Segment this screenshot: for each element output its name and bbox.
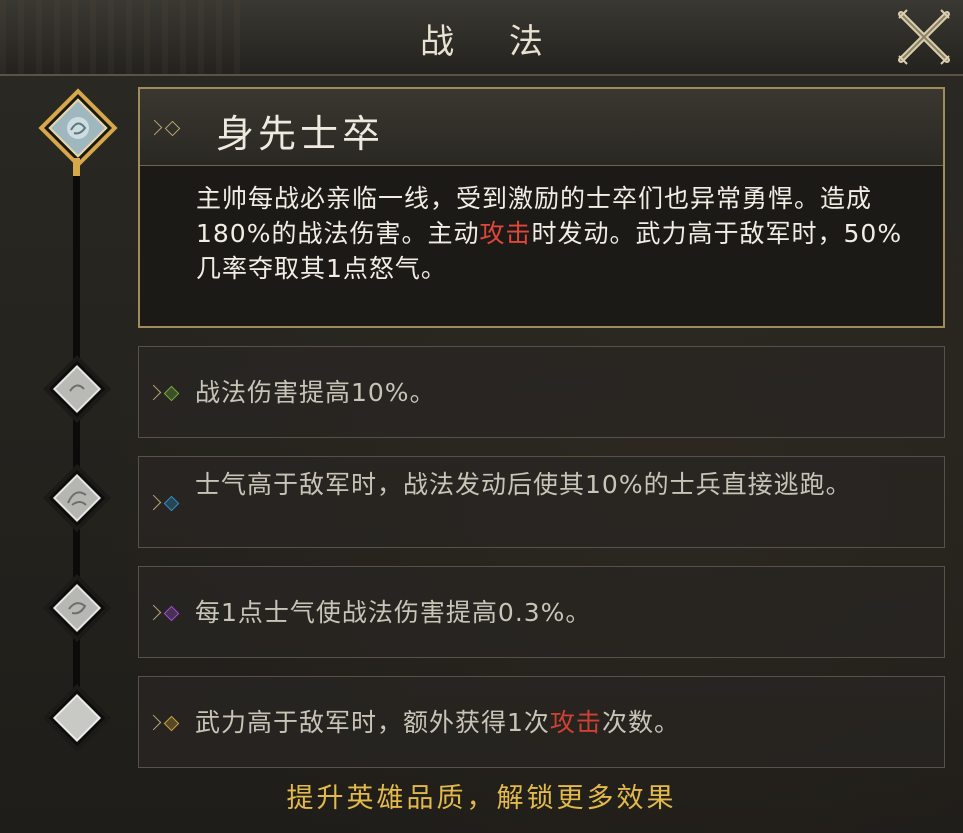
skill-header: 身先士卒 [140,89,943,166]
upgrade-card-4: 武力高于敌军时，额外获得1次攻击次数。 [138,676,945,768]
pointer-chevron-icon [145,714,162,731]
skill-emblem [38,88,118,168]
tier-diamond-icon [43,355,111,423]
upgrade-text-start: 武力高于敌军时，额外获得1次 [195,708,550,737]
upgrade-text-highlight: 攻击 [549,708,602,737]
skill-panel: 战 法 身先士卒 主帅每战必亲临一线，受到激励的士卒们也异常勇悍。造成180%的… [0,0,963,833]
upgrade-text: 武力高于敌军时，额外获得1次攻击次数。 [195,705,925,741]
upgrade-bullet-icon [163,385,180,402]
pointer-chevron-icon [145,604,162,621]
tier-diamond-icon [43,464,111,532]
tier-node-2 [42,463,112,533]
tier-node-1 [42,354,112,424]
skill-card: 身先士卒 主帅每战必亲临一线，受到激励的士卒们也异常勇悍。造成180%的战法伤害… [138,87,945,328]
window-title: 战 法 [420,22,565,62]
skill-emblem-icon [38,88,118,168]
skill-description: 主帅每战必亲临一线，受到激励的士卒们也异常勇悍。造成180%的战法伤害。主动攻击… [196,181,916,286]
tier-diamond-icon [43,574,111,642]
pointer-chevron-icon [146,119,163,136]
upgrade-card-2: 士气高于敌军时，战法发动后使其10%的士兵直接逃跑。 [138,456,945,548]
upgrade-bullet-icon [163,715,180,732]
upgrade-text: 士气高于敌军时，战法发动后使其10%的士兵直接逃跑。 [195,470,852,499]
upgrade-text-end: 次数。 [601,708,680,737]
description-highlight: 攻击 [479,219,532,248]
tier-diamond-icon [43,684,111,752]
tier-node-3 [42,573,112,643]
upgrade-bullet-icon [163,495,180,512]
pointer-chevron-icon [145,384,162,401]
title-bar: 战 法 [0,0,963,76]
close-x-icon [898,9,950,65]
upgrade-card-3: 每1点士气使战法伤害提高0.3%。 [138,566,945,658]
unlock-hint: 提升英雄品质，解锁更多效果 [286,783,677,814]
skill-name: 身先士卒 [216,112,385,156]
diamond-bullet-icon [164,120,181,137]
track-progress-fill [73,158,80,176]
close-button[interactable] [897,8,951,66]
pointer-chevron-icon [145,494,162,511]
tier-node-4 [42,683,112,753]
upgrade-text: 战法伤害提高10%。 [195,378,436,407]
upgrade-text: 每1点士气使战法伤害提高0.3%。 [195,598,592,627]
upgrade-bullet-icon [163,605,180,622]
upgrade-card-1: 战法伤害提高10%。 [138,346,945,438]
